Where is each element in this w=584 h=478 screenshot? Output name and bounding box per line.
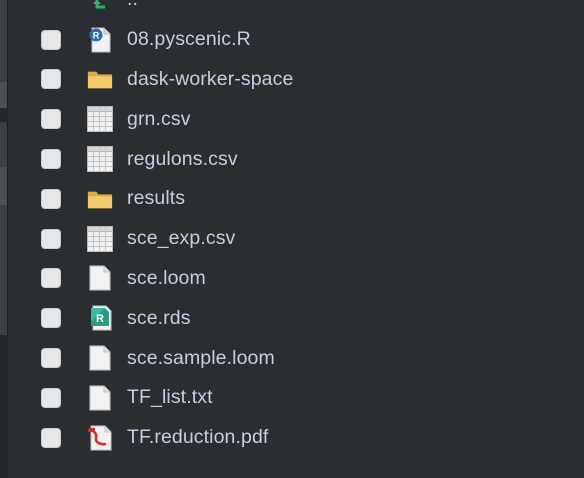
blank-file-icon[interactable] bbox=[87, 265, 113, 291]
file-name[interactable]: sce_exp.csv bbox=[127, 227, 235, 250]
select-checkbox[interactable] bbox=[41, 149, 61, 170]
file-list: .. R 08.pyscenic.R dask-worker-space bbox=[8, 0, 584, 458]
file-row[interactable]: .. bbox=[8, 0, 584, 20]
file-name[interactable]: sce.sample.loom bbox=[127, 347, 275, 370]
pdf-file-icon[interactable] bbox=[87, 425, 113, 451]
select-checkbox[interactable] bbox=[41, 268, 61, 289]
pane-splitter-segment bbox=[0, 122, 8, 167]
file-row[interactable]: grn.csv bbox=[8, 99, 584, 139]
file-name[interactable]: sce.rds bbox=[127, 307, 191, 330]
select-checkbox[interactable] bbox=[41, 188, 61, 209]
select-checkbox[interactable] bbox=[41, 29, 61, 50]
file-name[interactable]: TF.reduction.pdf bbox=[127, 426, 268, 449]
blank-file-icon[interactable] bbox=[87, 385, 113, 411]
file-row[interactable]: sce.sample.loom bbox=[8, 338, 584, 378]
file-name[interactable]: sce.loom bbox=[127, 267, 206, 290]
file-name[interactable]: 08.pyscenic.R bbox=[127, 28, 251, 51]
file-row[interactable]: R 08.pyscenic.R bbox=[8, 20, 584, 60]
file-row[interactable]: results bbox=[8, 179, 584, 219]
left-pane-edge bbox=[0, 0, 8, 478]
rds-file-icon[interactable]: R bbox=[87, 305, 113, 331]
folder-icon[interactable] bbox=[87, 186, 113, 212]
file-row[interactable]: sce.loom bbox=[8, 259, 584, 299]
file-name[interactable]: dask-worker-space bbox=[127, 68, 293, 91]
file-row[interactable]: TF.reduction.pdf bbox=[8, 418, 584, 458]
select-checkbox[interactable] bbox=[41, 427, 61, 448]
file-name[interactable]: grn.csv bbox=[127, 108, 191, 131]
up-folder-icon[interactable] bbox=[87, 0, 113, 13]
r-script-icon[interactable]: R bbox=[87, 27, 113, 53]
file-name[interactable]: .. bbox=[127, 0, 138, 11]
select-checkbox[interactable] bbox=[41, 387, 61, 408]
select-checkbox[interactable] bbox=[41, 228, 61, 249]
pane-splitter-segment bbox=[0, 167, 8, 205]
select-checkbox[interactable] bbox=[41, 308, 61, 329]
file-name[interactable]: results bbox=[127, 187, 185, 210]
svg-text:R: R bbox=[93, 30, 100, 40]
file-row[interactable]: TF_list.txt bbox=[8, 378, 584, 418]
file-name[interactable]: regulons.csv bbox=[127, 148, 238, 171]
svg-text:R: R bbox=[96, 313, 104, 325]
csv-table-icon[interactable] bbox=[87, 106, 113, 133]
file-row[interactable]: R sce.rds bbox=[8, 298, 584, 338]
file-name[interactable]: TF_list.txt bbox=[127, 386, 213, 409]
csv-table-icon[interactable] bbox=[87, 225, 113, 252]
blank-file-icon[interactable] bbox=[87, 345, 113, 371]
pane-splitter-segment bbox=[0, 82, 8, 108]
folder-icon[interactable] bbox=[87, 66, 113, 92]
file-row[interactable]: dask-worker-space bbox=[8, 60, 584, 100]
pane-splitter-segment bbox=[0, 0, 8, 82]
select-checkbox[interactable] bbox=[41, 348, 61, 369]
csv-table-icon[interactable] bbox=[87, 146, 113, 173]
select-checkbox[interactable] bbox=[41, 69, 61, 90]
pane-splitter-segment bbox=[0, 205, 8, 335]
select-checkbox[interactable] bbox=[41, 109, 61, 130]
file-row[interactable]: regulons.csv bbox=[8, 139, 584, 179]
file-row[interactable]: sce_exp.csv bbox=[8, 219, 584, 259]
